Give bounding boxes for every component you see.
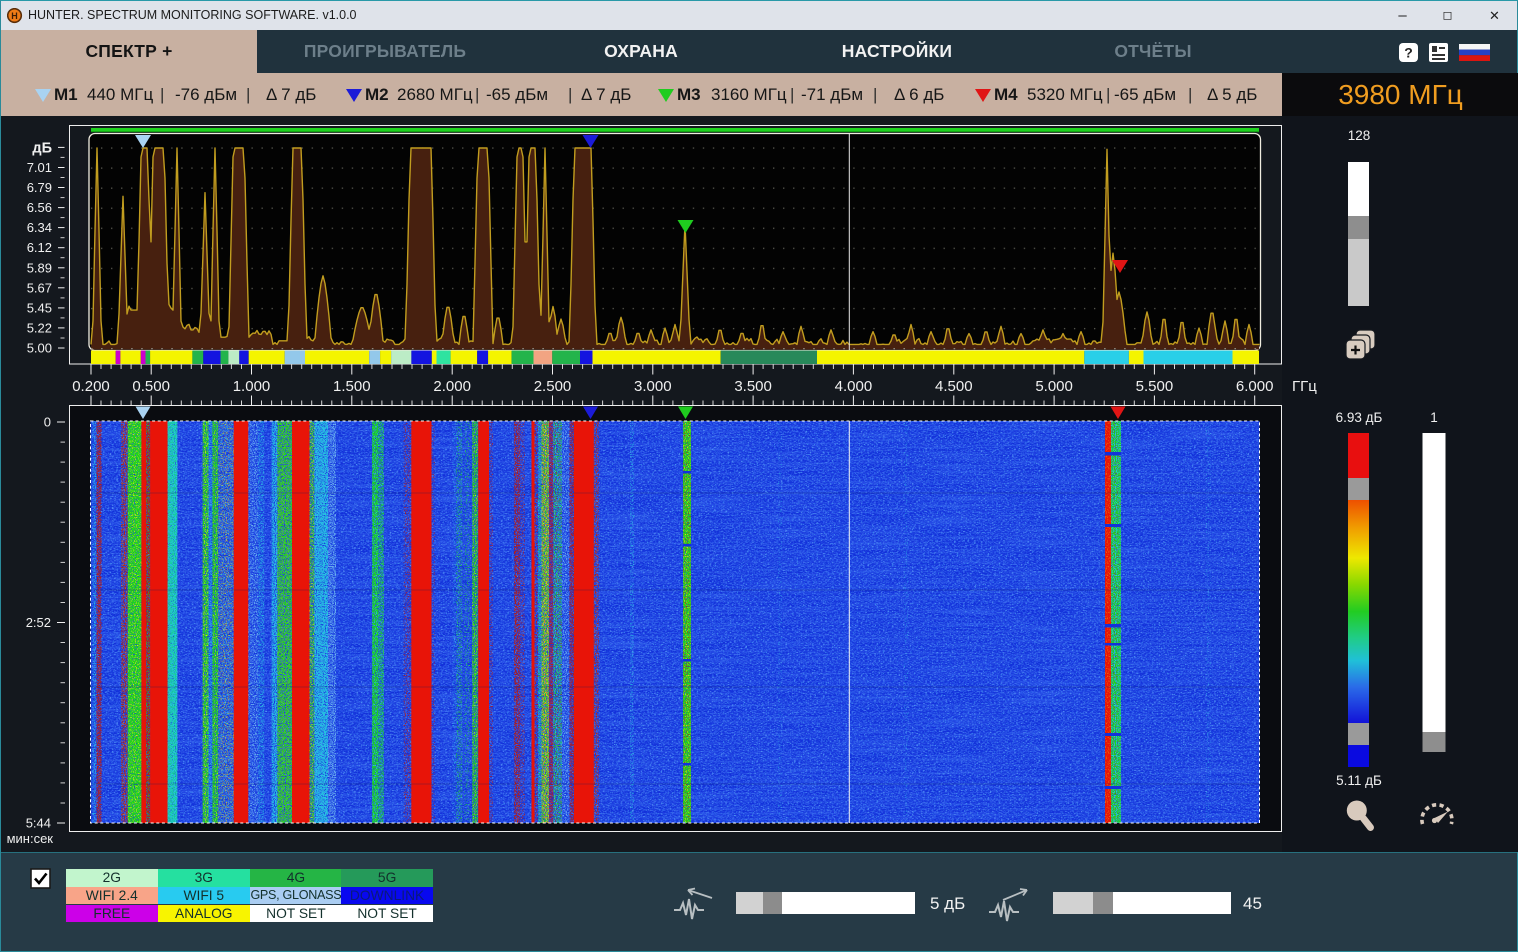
svg-text:5.500: 5.500	[1136, 378, 1174, 395]
svg-text:6.79: 6.79	[27, 180, 52, 195]
svg-text:1.500: 1.500	[333, 378, 371, 395]
svg-text:5.11 дБ: 5.11 дБ	[1336, 773, 1382, 788]
svg-text:6.12: 6.12	[27, 240, 52, 255]
svg-text:6.93 дБ: 6.93 дБ	[1336, 410, 1383, 425]
svg-text:0.500: 0.500	[132, 378, 170, 395]
svg-text:5:44: 5:44	[26, 816, 51, 831]
svg-text:1.000: 1.000	[233, 378, 271, 395]
svg-text:2:52: 2:52	[26, 615, 51, 630]
svg-text:?: ?	[1404, 45, 1413, 61]
svg-text:5.22: 5.22	[27, 321, 52, 336]
svg-text:2.000: 2.000	[433, 378, 471, 395]
svg-text:4.500: 4.500	[935, 378, 973, 395]
svg-text:6.000: 6.000	[1236, 378, 1274, 395]
svg-text:3.500: 3.500	[734, 378, 772, 395]
svg-text:6.56: 6.56	[27, 200, 52, 215]
svg-text:5.00: 5.00	[27, 341, 52, 356]
svg-text:дБ: дБ	[32, 141, 52, 157]
svg-text:5.67: 5.67	[27, 280, 52, 295]
svg-text:мин:сек: мин:сек	[7, 831, 54, 846]
svg-text:1: 1	[1430, 410, 1438, 425]
svg-text:ГГц: ГГц	[1292, 378, 1317, 395]
svg-text:6.34: 6.34	[27, 220, 52, 235]
svg-text:128: 128	[1348, 128, 1371, 143]
svg-text:0.200: 0.200	[72, 378, 110, 395]
svg-text:5.45: 5.45	[27, 300, 52, 315]
svg-text:5.000: 5.000	[1035, 378, 1073, 395]
svg-text:0: 0	[44, 415, 51, 430]
svg-text:2.500: 2.500	[534, 378, 572, 395]
svg-text:5.89: 5.89	[27, 260, 52, 275]
svg-text:3.000: 3.000	[634, 378, 672, 395]
svg-text:4.000: 4.000	[835, 378, 873, 395]
svg-text:H: H	[11, 11, 18, 21]
svg-text:7.01: 7.01	[27, 160, 52, 175]
